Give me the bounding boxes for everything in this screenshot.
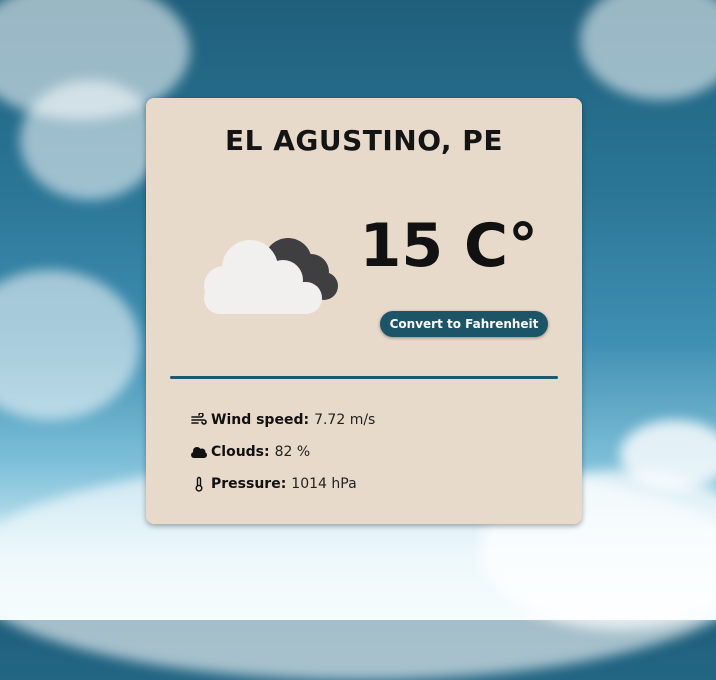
clouds-label: Clouds: [211, 444, 270, 460]
thermometer-icon [190, 476, 208, 492]
convert-to-fahrenheit-button[interactable]: Convert to Fahrenheit [380, 311, 548, 337]
weather-card: EL AGUSTINO, PE 15 C° Convert to Fahrenh… [146, 98, 582, 524]
wind-icon [190, 412, 208, 428]
clouds-row: Clouds: 82 % [190, 436, 375, 468]
temperature: 15 C° [359, 211, 538, 281]
wind-speed-row: Wind speed: 7.72 m/s [190, 404, 375, 436]
weather-details: Wind speed: 7.72 m/s Clouds: 82 % Pressu… [190, 404, 375, 500]
cloud-icon [190, 444, 208, 460]
city-name: EL AGUSTINO, PE [225, 124, 503, 157]
cloud-icon [198, 224, 346, 320]
wind-speed-value: 7.72 m/s [314, 412, 376, 428]
pressure-label: Pressure: [211, 476, 287, 492]
pressure-row: Pressure: 1014 hPa [190, 468, 375, 500]
divider [170, 376, 558, 379]
pressure-value: 1014 hPa [291, 476, 357, 492]
clouds-value: 82 % [274, 444, 311, 460]
wind-speed-label: Wind speed: [211, 412, 310, 428]
